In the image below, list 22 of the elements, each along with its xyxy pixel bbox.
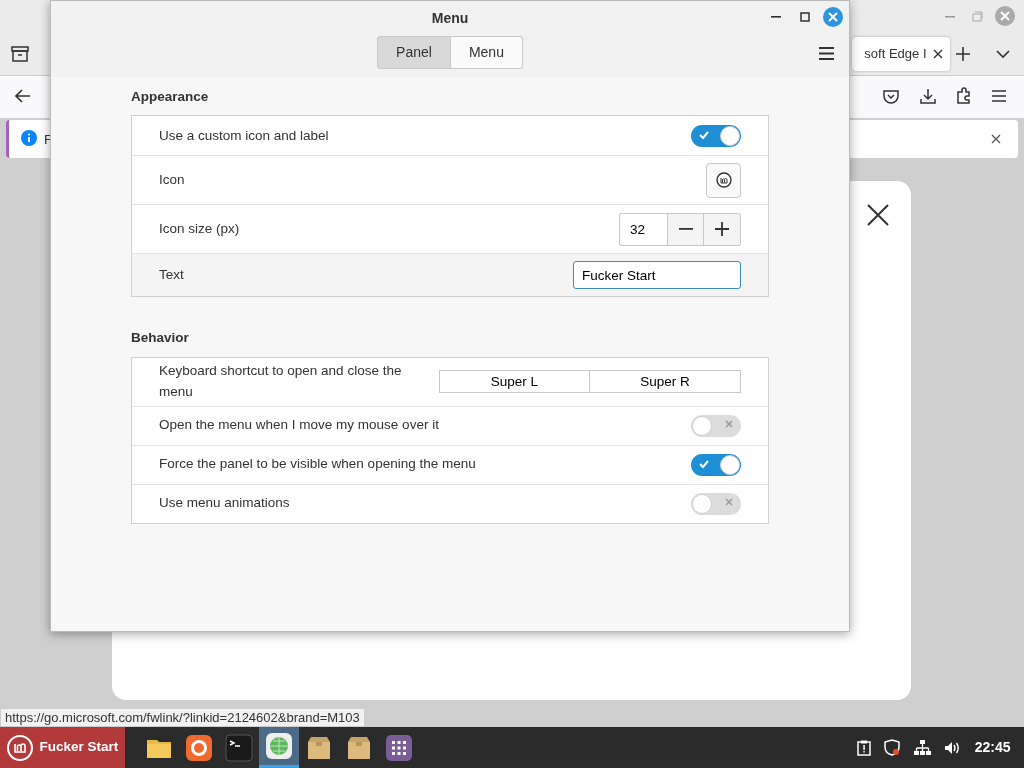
clock[interactable]: 22:45 (974, 737, 1011, 758)
start-button[interactable]: Fucker Start (0, 727, 125, 768)
setting-label: Use menu animations (159, 494, 290, 513)
section-title: Appearance (131, 88, 210, 106)
section-title: Behavior (131, 329, 190, 348)
status-url: https://go.microsoft.com/fwlink/?linkid=2124602&brand=M103 (0, 708, 365, 727)
text-field[interactable]: Fucker Start (573, 261, 741, 290)
tab[interactable]: Menu (450, 35, 523, 69)
tab[interactable]: Panel (377, 35, 451, 69)
setting-label: Open the menu when I move my mouse over it (159, 416, 439, 435)
window-title: Menu (431, 9, 469, 26)
setting-label: Icon size (px) (159, 220, 240, 239)
browser-tab[interactable]: soft Edge I (852, 37, 950, 71)
setting-label: Use a custom icon and label (159, 126, 329, 145)
setting-label: Force the panel to be visible when opening the menu (159, 455, 476, 474)
setting-label: Text (159, 266, 184, 285)
tab-title: soft Edge I (864, 45, 927, 64)
setting-label: Icon (159, 171, 185, 190)
number-field[interactable]: 32 (619, 212, 667, 246)
shortcut-button[interactable]: Super R (590, 370, 741, 393)
setting-label: Keyboard shortcut to open and close the menu (159, 362, 403, 401)
shortcut-button[interactable]: Super L (439, 370, 590, 393)
